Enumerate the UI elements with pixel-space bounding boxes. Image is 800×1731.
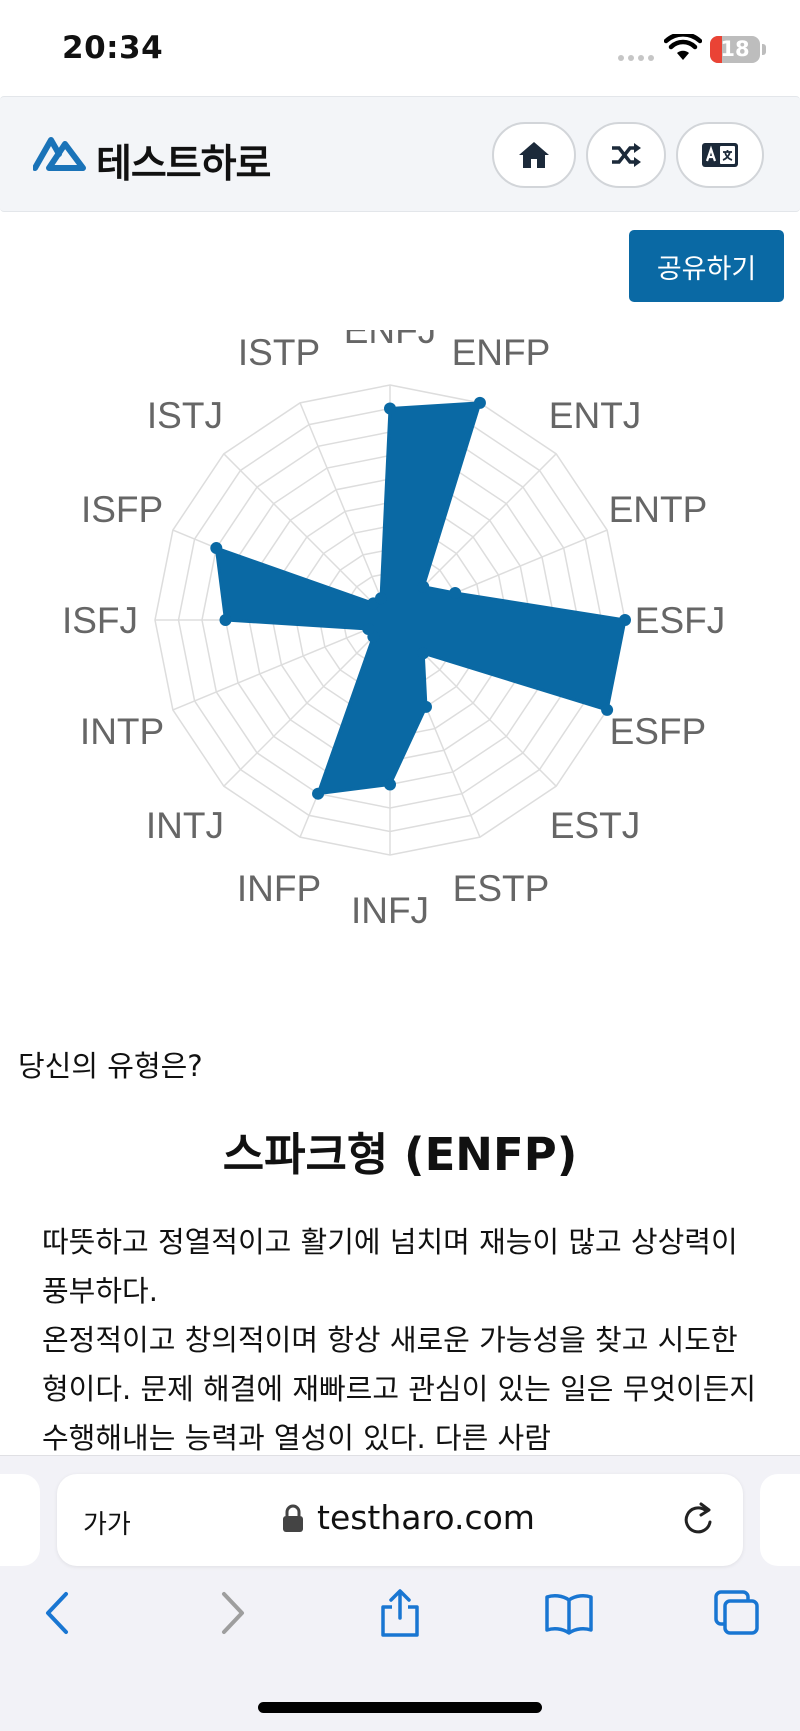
radar-point-enfp [473, 396, 486, 409]
next-tab-peek[interactable] [760, 1474, 800, 1566]
result-title: 스파크형 (ENFP) [222, 1128, 578, 1181]
radar-point-isfp [210, 542, 223, 555]
translate-icon [702, 143, 738, 167]
description-paragraph: 온정적이고 창의적이며 항상 새로운 가능성을 찾고 시도한 형이다. 문제 해… [42, 1323, 757, 1455]
back-icon[interactable] [34, 1588, 84, 1638]
site-header: 테스트하로 [0, 96, 800, 212]
radar-axis-label: ENTP [609, 489, 708, 530]
radar-axis-label: ESTP [453, 868, 550, 909]
share-button[interactable]: 공유하기 [629, 230, 784, 302]
text-size-button[interactable]: 가가 [83, 1504, 131, 1541]
forward-icon[interactable] [206, 1588, 256, 1638]
radar-axis-label: ESFJ [635, 600, 725, 641]
radar-axis-label: ESFP [610, 711, 707, 752]
radar-point-istp [375, 592, 388, 605]
radar-point-estj [417, 647, 430, 660]
url-text[interactable]: testharo.com [317, 1498, 535, 1537]
radar-data-area [214, 401, 627, 796]
bookmarks-icon[interactable] [544, 1588, 594, 1638]
radar-point-infj [384, 778, 396, 791]
battery-icon: 18 [710, 36, 760, 63]
radar-point-entp [449, 587, 462, 600]
radar-axis-label: INTP [80, 711, 164, 752]
status-time: 20:34 [62, 30, 164, 66]
radar-axis-label: INFJ [351, 890, 429, 931]
radar-point-enfj [384, 402, 396, 415]
radar-axis-label: ENFP [452, 332, 551, 373]
lock-icon [283, 1504, 303, 1532]
radar-axis-label: ISTJ [147, 395, 223, 436]
radar-point-isfj [219, 614, 232, 626]
radar-point-intp [362, 622, 375, 635]
logo-mountain-icon[interactable] [33, 135, 87, 171]
radar-point-estp [419, 700, 432, 713]
home-indicator [258, 1702, 542, 1713]
radar-point-infp [312, 787, 325, 800]
home-icon [519, 142, 549, 168]
radar-point-esfp [601, 703, 614, 716]
description-paragraph: 따뜻하고 정열적이고 활기에 넘치며 재능이 많고 상상력이 풍부하다. [42, 1225, 738, 1308]
battery-cap [762, 44, 766, 55]
shuffle-button[interactable] [586, 122, 666, 188]
radar-point-entj [417, 580, 430, 593]
radar-axis-label: ENFJ [344, 330, 437, 351]
site-logo-text[interactable]: 테스트하로 [96, 133, 271, 189]
radar-axis-label: INFP [237, 868, 321, 909]
radar-chart: ENFJ ENFP ENTJ ENTP ESFJ ESFP ESTJESTP INFJ INFP… [62, 330, 725, 931]
tabs-icon[interactable] [712, 1588, 762, 1638]
radar-axis-label: ESTJ [550, 805, 640, 846]
result-description: 따뜻하고 정열적이고 활기에 넘치며 재능이 많고 상상력이 풍부하다. 온정적… [42, 1218, 762, 1463]
reload-icon[interactable] [679, 1500, 719, 1540]
home-button[interactable] [492, 122, 576, 188]
radar-point-esfj [619, 614, 631, 626]
status-bar: 20:34 18 [0, 0, 800, 96]
signal-dots-icon [618, 55, 654, 61]
radar-axis-label: ENTJ [549, 395, 642, 436]
radar-axis-label: ISFJ [62, 600, 138, 641]
previous-tab-peek[interactable] [0, 1474, 40, 1566]
battery-level: 18 [720, 37, 750, 61]
radar-axis-label: ISTP [238, 332, 320, 373]
address-bar[interactable]: 가가 testharo.com [57, 1474, 743, 1566]
result-prompt: 당신의 유형은? [18, 1049, 203, 1083]
shuffle-icon [612, 143, 641, 167]
radar-axis-label: INTJ [146, 805, 224, 846]
radar-axis-label: ISFP [81, 489, 163, 530]
language-button[interactable] [676, 122, 764, 188]
share-icon[interactable] [375, 1588, 425, 1638]
wifi-icon [664, 34, 702, 60]
